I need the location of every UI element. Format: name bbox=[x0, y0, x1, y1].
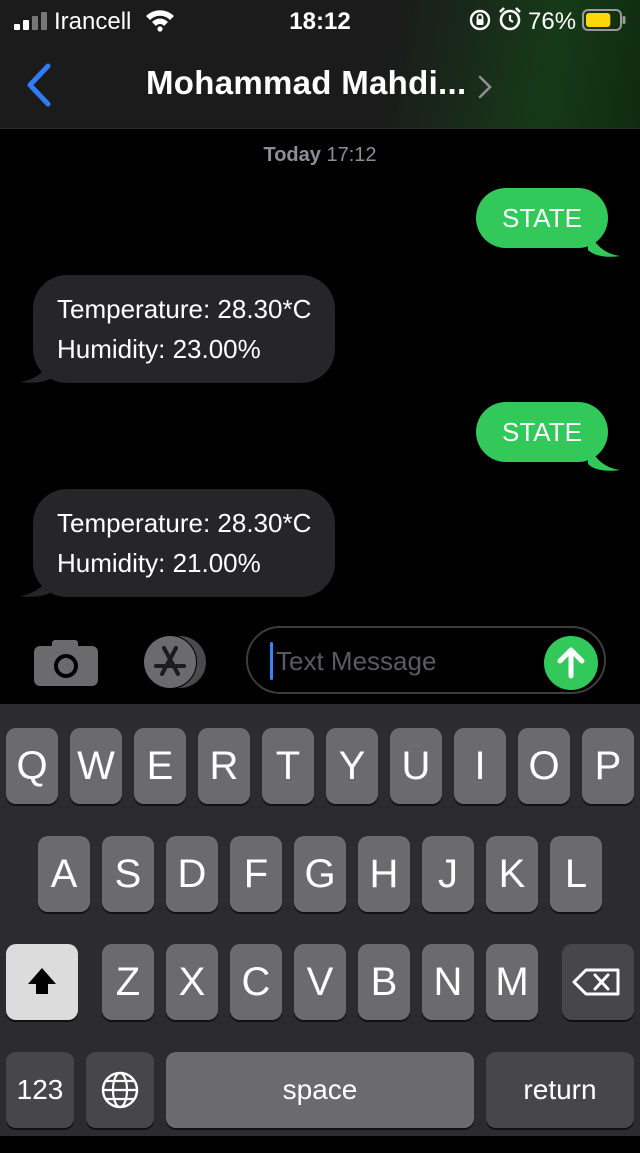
key-i[interactable]: I bbox=[454, 728, 506, 804]
message-placeholder: Text Message bbox=[276, 646, 437, 676]
key-c[interactable]: C bbox=[230, 944, 282, 1020]
key-o[interactable]: O bbox=[518, 728, 570, 804]
message-text: Temperature: 28.30*C bbox=[57, 294, 312, 324]
shift-icon bbox=[28, 968, 56, 994]
space-key[interactable]: space bbox=[166, 1052, 474, 1128]
send-button[interactable] bbox=[544, 636, 598, 690]
battery-icon bbox=[582, 9, 626, 31]
key-j[interactable]: J bbox=[422, 836, 474, 912]
globe-key[interactable] bbox=[86, 1052, 154, 1128]
key-k[interactable]: K bbox=[486, 836, 538, 912]
camera-icon[interactable] bbox=[34, 638, 98, 686]
text-caret bbox=[270, 642, 273, 680]
chevron-right-icon[interactable] bbox=[476, 74, 494, 100]
rotation-lock-icon bbox=[469, 9, 491, 31]
key-t[interactable]: T bbox=[262, 728, 314, 804]
message-incoming[interactable]: Temperature: 28.30*C Humidity: 21.00% bbox=[33, 489, 336, 597]
shift-key[interactable] bbox=[6, 944, 78, 1020]
backspace-icon bbox=[572, 968, 620, 996]
message-text: STATE bbox=[502, 417, 582, 447]
numbers-key[interactable]: 123 bbox=[6, 1052, 74, 1128]
key-e[interactable]: E bbox=[134, 728, 186, 804]
key-w[interactable]: W bbox=[70, 728, 122, 804]
alarm-icon bbox=[499, 7, 521, 31]
key-l[interactable]: L bbox=[550, 836, 602, 912]
message-text: Humidity: 21.00% bbox=[57, 548, 261, 578]
key-q[interactable]: Q bbox=[6, 728, 58, 804]
timestamp-time: 17:12 bbox=[326, 144, 377, 166]
key-n[interactable]: N bbox=[422, 944, 474, 1020]
key-p[interactable]: P bbox=[582, 728, 634, 804]
battery-percent: 76% bbox=[528, 8, 577, 35]
globe-icon bbox=[101, 1071, 139, 1109]
timestamp-day: Today bbox=[263, 144, 321, 166]
key-d[interactable]: D bbox=[166, 836, 218, 912]
key-h[interactable]: H bbox=[358, 836, 410, 912]
message-text: Temperature: 28.30*C bbox=[57, 508, 312, 538]
top-bar: Irancell 18:12 76% Mohammad Mahdi... bbox=[0, 0, 640, 129]
status-bar: Irancell 18:12 76% bbox=[0, 0, 640, 42]
key-f[interactable]: F bbox=[230, 836, 282, 912]
contact-name[interactable]: Mohammad Mahdi... bbox=[146, 64, 466, 102]
key-v[interactable]: V bbox=[294, 944, 346, 1020]
message-outgoing[interactable]: STATE bbox=[476, 188, 608, 248]
key-x[interactable]: X bbox=[166, 944, 218, 1020]
return-key[interactable]: return bbox=[486, 1052, 634, 1128]
key-u[interactable]: U bbox=[390, 728, 442, 804]
key-s[interactable]: S bbox=[102, 836, 154, 912]
key-y[interactable]: Y bbox=[326, 728, 378, 804]
message-outgoing[interactable]: STATE bbox=[476, 402, 608, 462]
key-r[interactable]: R bbox=[198, 728, 250, 804]
key-g[interactable]: G bbox=[294, 836, 346, 912]
key-a[interactable]: A bbox=[38, 836, 90, 912]
back-chevron-icon[interactable] bbox=[22, 62, 54, 108]
keyboard: Q W E R T Y U I O P A S D F G H J K L Z … bbox=[0, 704, 640, 1136]
key-m[interactable]: M bbox=[486, 944, 538, 1020]
message-input[interactable]: Text Message bbox=[246, 626, 606, 694]
message-text: STATE bbox=[502, 203, 582, 233]
message-incoming[interactable]: Temperature: 28.30*C Humidity: 23.00% bbox=[33, 275, 336, 383]
key-b[interactable]: B bbox=[358, 944, 410, 1020]
app-store-icon[interactable] bbox=[140, 634, 212, 690]
key-z[interactable]: Z bbox=[102, 944, 154, 1020]
delete-key[interactable] bbox=[562, 944, 634, 1020]
message-text: Humidity: 23.00% bbox=[57, 334, 261, 364]
arrow-up-icon bbox=[557, 647, 585, 679]
conversation-timestamp: Today 17:12 bbox=[0, 144, 640, 167]
